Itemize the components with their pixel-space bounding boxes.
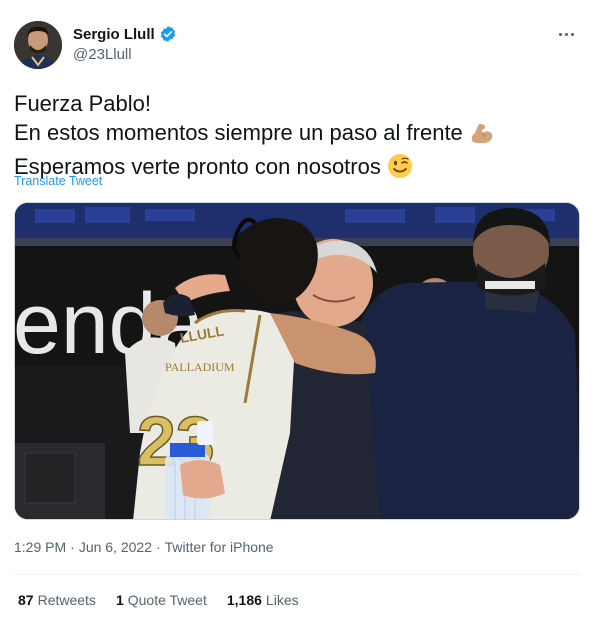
more-dot-icon (558, 32, 562, 36)
author-name-row[interactable]: Sergio Llull (73, 25, 177, 43)
tweet-line: En estos momentos siempre un paso al fre… (14, 118, 574, 152)
tweet-stats: 87 Retweets 1 Quote Tweet 1,186 Likes (18, 592, 299, 608)
more-options-button[interactable] (554, 24, 578, 44)
winking-face-icon (387, 153, 413, 186)
more-dot-icon (570, 32, 574, 36)
tweet-line: Fuerza Pablo! (14, 91, 151, 116)
tweet-meta: 1:29 PM · Jun 6, 2022 · Twitter for iPho… (14, 539, 274, 555)
tweet-source[interactable]: Twitter for iPhone (165, 539, 274, 555)
shirt-sponsor-text: PALLADIUM (165, 360, 235, 374)
quote-tweets-stat[interactable]: 1 Quote Tweet (116, 592, 207, 608)
likes-stat[interactable]: 1,186 Likes (227, 592, 299, 608)
tweet-card: Sergio Llull @23Llull Fuerza Pablo! En e… (0, 0, 596, 621)
display-name[interactable]: Sergio Llull (73, 26, 155, 43)
avatar[interactable] (14, 21, 62, 69)
tweet-text: Fuerza Pablo! En estos momentos siempre … (14, 89, 574, 186)
author-handle[interactable]: @23Llull (73, 46, 132, 63)
tweet-photo[interactable]: enda LLULL PALLADIUM 23 (14, 202, 580, 520)
retweets-stat[interactable]: 87 Retweets (18, 592, 96, 608)
verified-badge-icon (159, 25, 177, 43)
tweet-time[interactable]: 1:29 PM (14, 539, 66, 555)
meta-separator: · (155, 539, 161, 555)
translate-tweet-link[interactable]: Translate Tweet (14, 174, 102, 188)
flexed-biceps-icon (469, 121, 495, 152)
tweet-date[interactable]: Jun 6, 2022 (79, 539, 152, 555)
divider (14, 574, 580, 575)
meta-separator: · (70, 539, 75, 555)
more-dot-icon (564, 32, 568, 36)
